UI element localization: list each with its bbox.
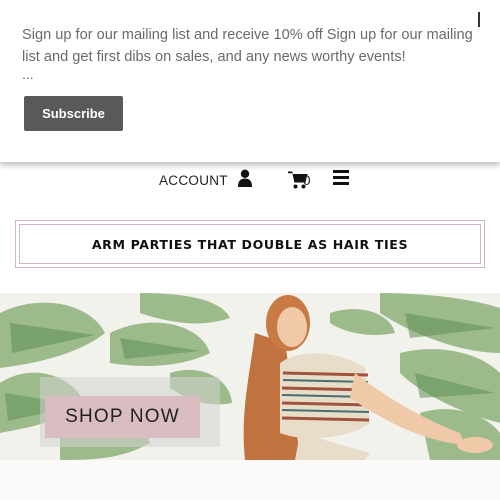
promo-banner-inner: ARM PARTIES THAT DOUBLE AS HAIR TIES [19,224,481,264]
close-icon[interactable] [478,12,480,27]
subscribe-button[interactable]: Subscribe [24,96,123,131]
popup-message: Sign up for our mailing list and receive… [22,27,473,65]
next-section [0,460,500,500]
page: Sign up for our mailing list and receive… [0,0,500,500]
promo-text: ARM PARTIES THAT DOUBLE AS HAIR TIES [91,236,409,252]
cart-count: 0 [303,173,311,188]
mailing-list-popup: Sign up for our mailing list and receive… [0,0,500,162]
user-icon[interactable] [237,169,253,187]
popup-ellipsis: ... [22,66,34,82]
account-link[interactable]: ACCOUNT [159,173,228,188]
shop-now-button[interactable]: SHOP NOW [45,396,200,438]
hero-banner: SHOP NOW [0,293,500,460]
menu-icon[interactable] [333,170,349,185]
header-nav: ACCOUNT 0 [0,165,500,195]
promo-banner[interactable]: ARM PARTIES THAT DOUBLE AS HAIR TIES [15,220,485,268]
